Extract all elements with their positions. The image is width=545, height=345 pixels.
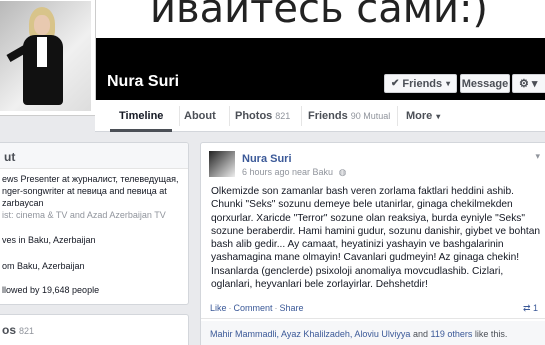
friends-button-label: Friends <box>402 77 443 90</box>
about-followers[interactable]: llowed by 19,648 people <box>2 285 99 295</box>
timeline-post: Nura Suri 6 hours ago near Baku ◍ ▾ Olke… <box>200 142 545 345</box>
share-count-value: 1 <box>532 303 538 313</box>
post-body-text: Olkemizde son zamanlar bash veren zorlam… <box>211 186 541 291</box>
photos-card-label: os <box>2 323 17 337</box>
tab-photos-label: Photos <box>235 110 273 122</box>
about-lives-in: ves in Baku, Azerbaijan <box>2 235 96 245</box>
comment-link[interactable]: Comment <box>234 303 273 313</box>
post-likes-summary: Mahir Mammadli, Ayaz Khalilzadeh, Aloviu… <box>201 321 545 345</box>
globe-icon: ◍ <box>338 167 347 177</box>
tab-divider <box>179 106 180 126</box>
about-row: ews Presenter at журналист, телеведущая, <box>2 174 179 184</box>
tab-divider <box>229 106 230 126</box>
likers-others[interactable]: 119 others <box>430 329 472 339</box>
cover-caption: ивайтесь сами:) <box>150 0 489 32</box>
tab-photos-count: 821 <box>275 111 291 121</box>
message-button[interactable]: Message <box>460 74 510 93</box>
post-actions-bar: Like · Comment · Share ⇄ 1 <box>201 303 545 319</box>
tab-more[interactable]: More ▾ <box>406 110 440 122</box>
tab-active-indicator <box>110 129 172 132</box>
photos-card-count: 821 <box>19 326 35 336</box>
chevron-down-icon: ▾ <box>446 79 451 88</box>
photos-card: os 821 <box>0 314 189 345</box>
check-icon: ✔ <box>391 78 400 89</box>
chevron-down-icon[interactable]: ▾ <box>535 151 540 162</box>
tab-friends-label: Friends <box>308 110 348 122</box>
profile-tab-bar: Timeline About Photos 821 Friends 90 Mutua… <box>95 100 545 132</box>
tab-photos[interactable]: Photos 821 <box>235 110 290 122</box>
share-count[interactable]: ⇄ 1 <box>523 303 538 314</box>
tab-friends[interactable]: Friends 90 Mutual <box>308 110 390 122</box>
about-from: om Baku, Azerbaijan <box>2 261 85 271</box>
share-link[interactable]: Share <box>280 303 304 313</box>
profile-picture[interactable] <box>0 0 96 116</box>
profile-name[interactable]: Nura Suri <box>107 73 179 91</box>
post-timestamp[interactable]: 6 hours ago near Baku ◍ <box>242 167 346 178</box>
friends-button[interactable]: ✔ Friends ▾ <box>384 74 457 93</box>
photos-card-title[interactable]: os 821 <box>2 323 34 337</box>
about-row: nger-songwriter at певица and певица at <box>2 186 167 196</box>
about-row-muted: ist: cinema & TV and Azad Azerbaijan TV <box>2 210 166 220</box>
tab-friends-count: 90 Mutual <box>350 111 391 121</box>
chevron-down-icon: ▾ <box>436 112 441 121</box>
tab-divider <box>301 106 302 126</box>
about-row: zarbaycan <box>2 198 44 208</box>
post-author-name[interactable]: Nura Suri <box>242 153 292 165</box>
profile-photo-image <box>0 1 91 111</box>
gear-menu-button[interactable]: ⚙ ▾ <box>512 74 545 93</box>
tab-more-label: More <box>406 110 433 122</box>
gear-icon: ⚙ ▾ <box>519 78 538 90</box>
likers-names[interactable]: Mahir Mammadli, Ayaz Khalilzadeh, Aloviu… <box>210 329 410 339</box>
tab-divider <box>397 106 398 126</box>
about-card: ut ews Presenter at журналист, телеведущ… <box>0 142 189 305</box>
post-time-text: 6 hours ago near Baku <box>242 167 334 177</box>
share-icon: ⇄ <box>522 303 533 313</box>
like-link[interactable]: Like <box>210 303 227 313</box>
about-card-title[interactable]: ut <box>0 143 188 169</box>
post-author-avatar[interactable] <box>209 151 235 177</box>
tab-about[interactable]: About <box>184 110 216 122</box>
tab-timeline[interactable]: Timeline <box>119 110 163 122</box>
